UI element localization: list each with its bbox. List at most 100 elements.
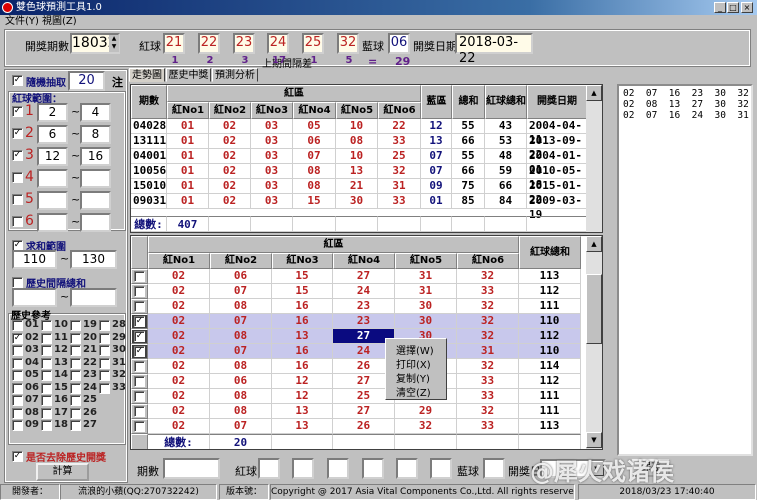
bottom-period-input[interactable] [163, 458, 220, 479]
table-cell[interactable]: 26 [333, 419, 395, 434]
table-cell[interactable]: 08 [210, 389, 272, 404]
scroll-thumb[interactable] [586, 274, 602, 344]
tab-predict[interactable]: 預測分析 [212, 68, 258, 82]
table-cell[interactable]: 32 [457, 314, 519, 329]
table-cell[interactable]: 114 [519, 359, 581, 374]
context-menu-item[interactable]: 打印(X) [386, 355, 446, 371]
tab-trend[interactable]: 走勢圖 [129, 68, 165, 82]
table-cell[interactable]: 08 [210, 404, 272, 419]
menu-file[interactable]: 文件(Y) [5, 15, 39, 29]
table-cell[interactable]: 07 [210, 284, 272, 299]
table-cell[interactable]: 32 [457, 404, 519, 419]
ref-checkbox-06[interactable] [12, 382, 23, 394]
range-checkbox-5[interactable] [12, 194, 23, 205]
red-ball-input[interactable]: 25 [302, 33, 324, 54]
table-cell[interactable]: 110 [519, 344, 581, 359]
table-cell[interactable]: 02 [148, 374, 210, 389]
table-cell[interactable]: 27 [333, 404, 395, 419]
row-checkbox[interactable] [134, 286, 145, 297]
context-menu-item[interactable]: 選擇(W) [386, 341, 446, 357]
ref-checkbox-31[interactable] [99, 357, 110, 369]
row-checkbox[interactable] [134, 376, 145, 387]
upper-scrollbar[interactable]: ▲ [586, 85, 602, 232]
table-cell[interactable]: 07 [210, 344, 272, 359]
hist-to-input[interactable] [70, 288, 117, 307]
range-from-input[interactable]: 6 [37, 125, 68, 144]
row-checkbox[interactable]: ✓ [134, 331, 145, 342]
ref-checkbox-22[interactable] [70, 357, 81, 369]
table-cell[interactable]: 113 [519, 419, 581, 434]
date-input[interactable]: 2018-03-22 [455, 33, 533, 66]
hist-from-input[interactable] [12, 288, 57, 307]
spin-arrows-icon[interactable]: ▲ ▼ [109, 35, 119, 52]
random-count-input[interactable]: 20 [68, 71, 105, 91]
ref-checkbox-05[interactable] [12, 370, 23, 381]
table-cell[interactable]: 112 [519, 284, 581, 299]
table-cell[interactable]: 06 [210, 269, 272, 284]
ref-checkbox-04[interactable] [12, 357, 23, 369]
table-cell[interactable]: 33 [457, 419, 519, 434]
ref-checkbox-10[interactable] [41, 320, 52, 331]
lower-scrollbar[interactable]: ▲ ▼ [586, 236, 602, 449]
row-checkbox[interactable]: ✓ [134, 316, 145, 327]
table-cell[interactable]: 110 [519, 314, 581, 329]
table-cell[interactable]: 16 [272, 359, 333, 374]
range-checkbox-2[interactable]: ✓ [12, 128, 23, 139]
table-cell[interactable]: 07 [210, 419, 272, 434]
ref-checkbox-01[interactable] [12, 320, 23, 331]
range-to-input[interactable] [80, 213, 111, 232]
ref-checkbox-08[interactable] [12, 407, 23, 419]
row-checkbox[interactable] [134, 421, 145, 432]
ref-checkbox-09[interactable] [12, 420, 23, 431]
tab-history[interactable]: 歷史中獎 [166, 68, 211, 82]
table-cell[interactable]: 02 [148, 314, 210, 329]
bottom-red-input[interactable] [327, 458, 349, 479]
range-checkbox-6[interactable] [12, 216, 23, 227]
table-cell[interactable]: 16 [272, 344, 333, 359]
table-cell[interactable]: 33 [457, 389, 519, 404]
range-checkbox-3[interactable]: ✓ [12, 150, 23, 161]
ref-checkbox-12[interactable] [41, 345, 52, 356]
table-cell[interactable]: 07 [210, 314, 272, 329]
table-cell[interactable]: 31 [457, 344, 519, 359]
ref-checkbox-17[interactable] [41, 407, 52, 419]
table-cell[interactable]: 32 [457, 359, 519, 374]
table-cell[interactable]: 112 [519, 329, 581, 344]
scroll-down-icon[interactable]: ▼ [586, 432, 602, 448]
ref-checkbox-26[interactable] [70, 407, 81, 419]
ref-checkbox-21[interactable] [70, 345, 81, 356]
table-cell[interactable]: 111 [519, 299, 581, 314]
table-cell[interactable]: 13 [272, 419, 333, 434]
range-checkbox-4[interactable] [12, 172, 23, 183]
results-textarea[interactable]: 02 07 16 23 30 32 +0302 08 13 27 30 32 +… [617, 84, 753, 456]
table-cell[interactable]: 08 [210, 329, 272, 344]
table-cell[interactable]: 02 [148, 389, 210, 404]
row-checkbox[interactable] [134, 391, 145, 402]
table-cell[interactable]: 02 [148, 284, 210, 299]
table-cell[interactable]: 15 [272, 284, 333, 299]
table-cell[interactable]: 32 [395, 419, 457, 434]
table-cell[interactable]: 02 [148, 269, 210, 284]
table-cell[interactable]: 33 [457, 284, 519, 299]
ref-checkbox-07[interactable] [12, 395, 23, 406]
range-from-input[interactable] [37, 191, 68, 210]
menu-view[interactable]: 視圖(Z) [42, 15, 77, 29]
table-cell[interactable]: 24 [333, 284, 395, 299]
row-checkbox[interactable]: ✓ [134, 346, 145, 357]
table-cell[interactable]: 15 [272, 269, 333, 284]
table-cell[interactable]: 12 [272, 389, 333, 404]
ref-checkbox-30[interactable] [99, 345, 110, 356]
table-cell[interactable]: 30 [395, 314, 457, 329]
bottom-blue-input[interactable] [483, 458, 505, 479]
range-from-input[interactable] [37, 169, 68, 188]
row-checkbox[interactable] [134, 361, 145, 372]
bottom-red-input[interactable] [258, 458, 280, 479]
range-to-input[interactable]: 8 [80, 125, 111, 144]
table-cell[interactable]: 30 [395, 299, 457, 314]
context-menu-item[interactable]: 复制(Y) [386, 369, 446, 385]
table-cell[interactable]: 27 [333, 269, 395, 284]
table-cell[interactable]: 02 [148, 404, 210, 419]
red-ball-input[interactable]: 23 [233, 33, 255, 54]
red-ball-input[interactable]: 24 [267, 33, 289, 54]
row-checkbox[interactable] [134, 406, 145, 417]
